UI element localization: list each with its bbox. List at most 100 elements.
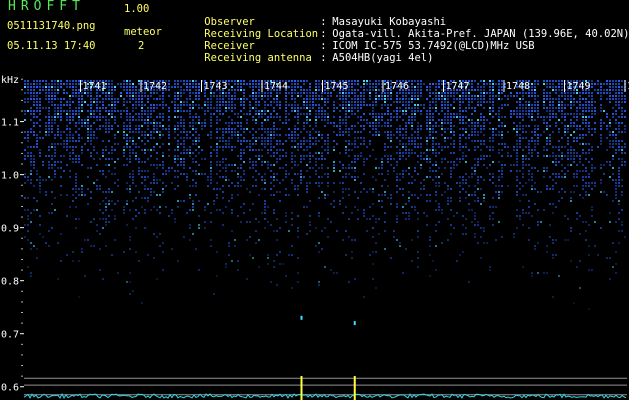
noise-pixel	[60, 86, 62, 88]
noise-pixel	[618, 179, 620, 181]
noise-pixel	[147, 122, 149, 124]
noise-pixel	[459, 197, 461, 199]
noise-pixel	[306, 146, 308, 148]
noise-pixel	[432, 98, 434, 100]
noise-pixel	[468, 125, 470, 127]
noise-pixel	[333, 170, 335, 172]
noise-pixel	[372, 263, 374, 265]
noise-pixel	[333, 131, 335, 133]
noise-pixel	[399, 140, 401, 142]
noise-pixel	[324, 110, 326, 112]
noise-pixel	[405, 122, 407, 124]
noise-pixel	[342, 122, 344, 124]
noise-pixel	[39, 86, 41, 88]
noise-pixel	[390, 104, 392, 106]
noise-pixel	[234, 83, 236, 85]
noise-pixel	[387, 185, 389, 187]
noise-pixel	[195, 104, 197, 106]
noise-pixel	[543, 95, 545, 97]
noise-pixel	[267, 110, 269, 112]
noise-pixel	[600, 89, 602, 91]
noise-pixel	[153, 98, 155, 100]
noise-pixel	[252, 164, 254, 166]
noise-pixel	[273, 155, 275, 157]
noise-pixel	[408, 122, 410, 124]
noise-pixel	[375, 128, 377, 130]
noise-pixel	[408, 191, 410, 193]
noise-pixel	[258, 116, 260, 118]
noise-pixel	[252, 98, 254, 100]
noise-pixel	[102, 155, 104, 157]
noise-pixel	[369, 188, 371, 190]
noise-pixel	[363, 215, 365, 217]
noise-pixel	[297, 143, 299, 145]
noise-pixel	[303, 140, 305, 142]
noise-pixel	[384, 146, 386, 148]
noise-pixel	[471, 113, 473, 115]
noise-pixel	[471, 194, 473, 196]
noise-pixel	[363, 98, 365, 100]
noise-pixel	[606, 149, 608, 151]
noise-pixel	[402, 137, 404, 139]
noise-pixel	[345, 110, 347, 112]
noise-pixel	[177, 110, 179, 112]
noise-pixel	[261, 188, 263, 190]
noise-pixel	[123, 152, 125, 154]
noise-pixel	[333, 149, 335, 151]
noise-pixel	[441, 119, 443, 121]
noise-pixel	[531, 83, 533, 85]
noise-pixel	[447, 239, 449, 241]
noise-pixel	[585, 152, 587, 154]
noise-pixel	[438, 176, 440, 178]
noise-pixel	[534, 203, 536, 205]
noise-pixel	[483, 116, 485, 118]
noise-pixel	[600, 110, 602, 112]
noise-pixel	[30, 182, 32, 184]
noise-pixel	[432, 260, 434, 262]
noise-pixel	[129, 209, 131, 211]
noise-pixel	[243, 101, 245, 103]
noise-pixel	[618, 122, 620, 124]
noise-pixel	[333, 191, 335, 193]
noise-pixel	[429, 89, 431, 91]
noise-pixel	[288, 86, 290, 88]
noise-pixel	[102, 107, 104, 109]
noise-pixel	[330, 203, 332, 205]
noise-pixel	[228, 137, 230, 139]
noise-pixel	[126, 95, 128, 97]
noise-pixel	[372, 107, 374, 109]
noise-pixel	[354, 206, 356, 208]
noise-pixel	[510, 110, 512, 112]
noise-pixel	[570, 197, 572, 199]
noise-pixel	[381, 194, 383, 196]
noise-pixel	[240, 149, 242, 151]
noise-pixel	[132, 137, 134, 139]
noise-pixel	[399, 242, 401, 244]
noise-pixel	[447, 104, 449, 106]
noise-pixel	[276, 254, 278, 256]
noise-pixel	[309, 224, 311, 226]
noise-pixel	[558, 176, 560, 178]
noise-pixel	[408, 143, 410, 145]
noise-pixel	[417, 92, 419, 94]
noise-pixel	[546, 140, 548, 142]
noise-pixel	[342, 212, 344, 214]
noise-pixel	[564, 113, 566, 115]
noise-pixel	[615, 251, 617, 253]
noise-pixel	[183, 167, 185, 169]
noise-pixel	[285, 116, 287, 118]
noise-pixel	[438, 167, 440, 169]
noise-pixel	[276, 161, 278, 163]
noise-pixel	[24, 101, 26, 103]
noise-pixel	[48, 212, 50, 214]
noise-pixel	[174, 95, 176, 97]
noise-pixel	[249, 95, 251, 97]
noise-pixel	[243, 98, 245, 100]
noise-pixel	[144, 95, 146, 97]
noise-pixel	[72, 113, 74, 115]
noise-pixel	[150, 107, 152, 109]
noise-pixel	[291, 212, 293, 214]
noise-pixel	[474, 158, 476, 160]
noise-pixel	[45, 194, 47, 196]
noise-pixel	[309, 158, 311, 160]
